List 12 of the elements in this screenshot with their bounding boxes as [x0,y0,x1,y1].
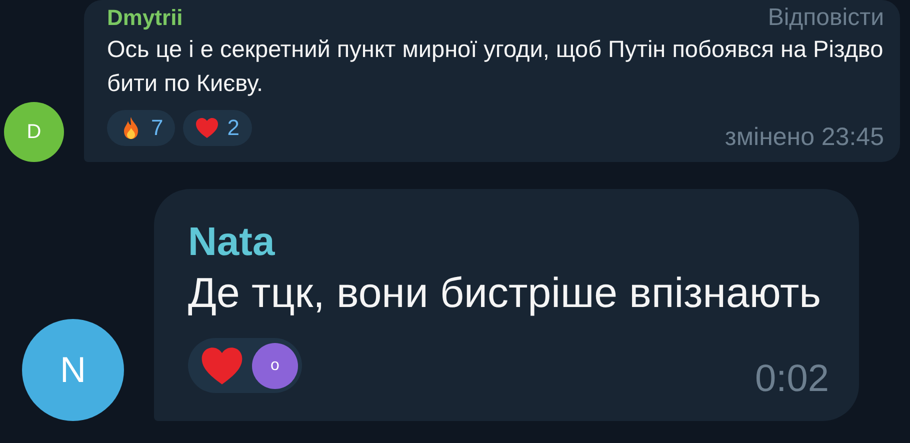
message-text: Де тцк, вони бистріше впізнають [188,268,822,318]
reaction-button[interactable]: 2 [183,110,252,146]
message-time: 0:02 [755,358,829,401]
reactor-avatar: o [252,342,298,388]
message-time: змінено 23:45 [724,123,884,152]
reaction-button[interactable]: o [188,338,302,393]
message-text: Ось це і е секретний пункт мирної угоди, щоб Путін побоявся на Різдво бити по Києву. [107,35,884,98]
reply-link[interactable]: Відповісти [768,4,884,32]
author-name[interactable]: Dmytrii [107,4,183,32]
reaction-button[interactable]: 7 [107,110,176,146]
heart-icon [195,116,220,140]
author-name[interactable]: Nata [188,219,275,265]
